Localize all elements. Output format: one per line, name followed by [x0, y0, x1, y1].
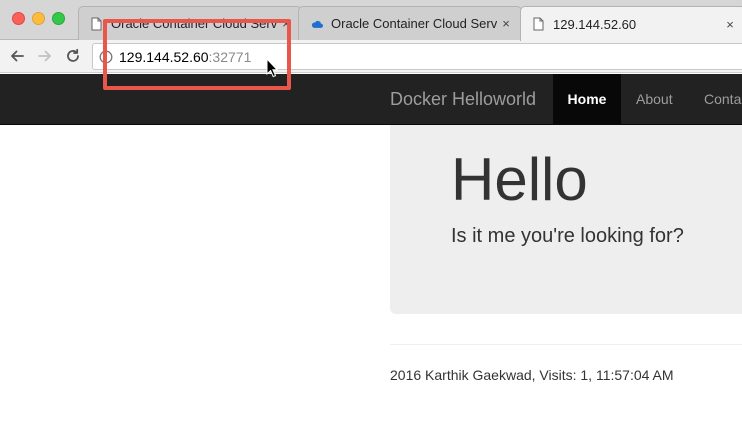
forward-button[interactable]	[33, 44, 57, 68]
hero-heading: Hello	[451, 146, 588, 213]
back-button[interactable]	[5, 44, 29, 68]
minimize-window-button[interactable]	[32, 12, 45, 25]
reload-icon	[67, 48, 79, 62]
arrow-left-icon	[11, 50, 24, 62]
mouse-cursor-icon	[266, 57, 279, 83]
tab-close-icon[interactable]: ×	[497, 16, 515, 31]
maximize-window-button[interactable]	[52, 12, 65, 25]
document-icon	[533, 17, 545, 31]
hero-subheading: Is it me you're looking for?	[451, 225, 684, 247]
browser-tab-2[interactable]: Oracle Container Cloud Servic ×	[298, 6, 522, 40]
cloud-icon	[311, 17, 323, 31]
document-icon	[91, 17, 103, 31]
highlight-annotation	[103, 19, 291, 90]
hero-jumbotron: Hello Is it me you're looking for?	[390, 125, 742, 314]
nav-link-contact[interactable]: Conta	[704, 74, 741, 124]
arrow-right-icon	[38, 50, 51, 62]
tab-close-icon[interactable]: ×	[721, 17, 739, 32]
footer-text: 2016 Karthik Gaekwad, Visits: 1, 11:57:0…	[390, 367, 674, 383]
tab-title: 129.144.52.60	[553, 16, 637, 32]
close-window-button[interactable]	[12, 12, 25, 25]
tab-title: Oracle Container Cloud Servic	[331, 16, 497, 31]
reload-button[interactable]	[61, 44, 85, 68]
nav-link-home[interactable]: Home	[553, 74, 621, 124]
browser-tab-active[interactable]: 129.144.52.60 ×	[520, 6, 742, 41]
divider	[390, 344, 742, 345]
site-brand[interactable]: Docker Helloworld	[390, 89, 536, 110]
nav-link-about[interactable]: About	[636, 74, 673, 124]
